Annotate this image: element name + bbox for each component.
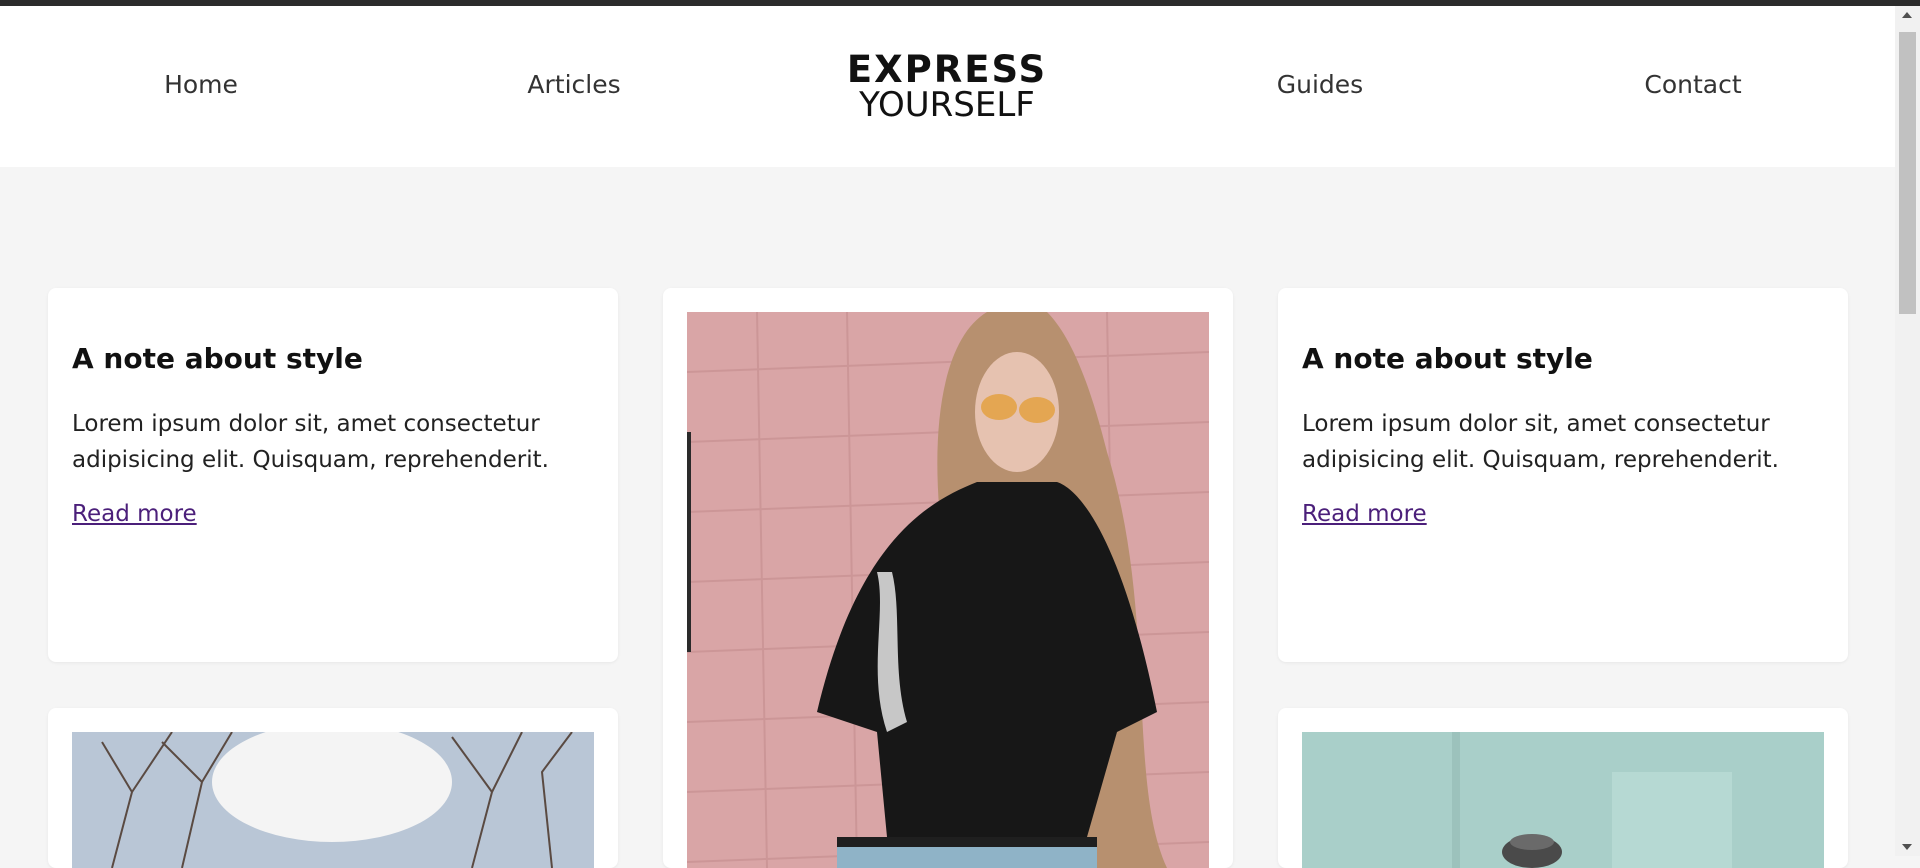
scroll-up-arrow-icon[interactable] [1902, 12, 1912, 18]
scroll-down-arrow-icon[interactable] [1902, 844, 1912, 850]
photo-person-mint-wall [1302, 732, 1824, 868]
nav-home-link[interactable]: Home [164, 70, 238, 99]
nav-contact-link[interactable]: Contact [1644, 70, 1741, 99]
photo-bare-trees-sky [72, 732, 594, 868]
read-more-link[interactable]: Read more [72, 501, 197, 527]
nav-articles-link[interactable]: Articles [527, 70, 620, 99]
photo-image [1302, 732, 1824, 868]
photo-image [72, 732, 594, 868]
photo-image [687, 312, 1209, 868]
site-header: Home Articles EXPRESS YOURSELF Guides Co… [0, 6, 1895, 167]
fashion-photo-woman-pink-wall [687, 312, 1209, 868]
site-logo[interactable]: EXPRESS YOURSELF [847, 51, 1047, 122]
image-card [48, 708, 618, 868]
nav-guides-link[interactable]: Guides [1277, 70, 1363, 99]
image-card [1278, 708, 1848, 868]
vertical-scrollbar[interactable] [1895, 6, 1920, 856]
article-card: A note about style Lorem ipsum dolor sit… [1278, 288, 1848, 662]
logo-line-express: EXPRESS [846, 48, 1048, 91]
card-title: A note about style [1302, 342, 1593, 375]
article-card: A note about style Lorem ipsum dolor sit… [48, 288, 618, 662]
image-card [663, 288, 1233, 868]
logo-line-yourself: YOURSELF [859, 85, 1035, 125]
card-description: Lorem ipsum dolor sit, amet consectetur … [1302, 411, 1779, 473]
card-title: A note about style [72, 342, 363, 375]
read-more-link[interactable]: Read more [1302, 501, 1427, 527]
card-description: Lorem ipsum dolor sit, amet consectetur … [72, 411, 549, 473]
scrollbar-thumb[interactable] [1899, 32, 1916, 314]
